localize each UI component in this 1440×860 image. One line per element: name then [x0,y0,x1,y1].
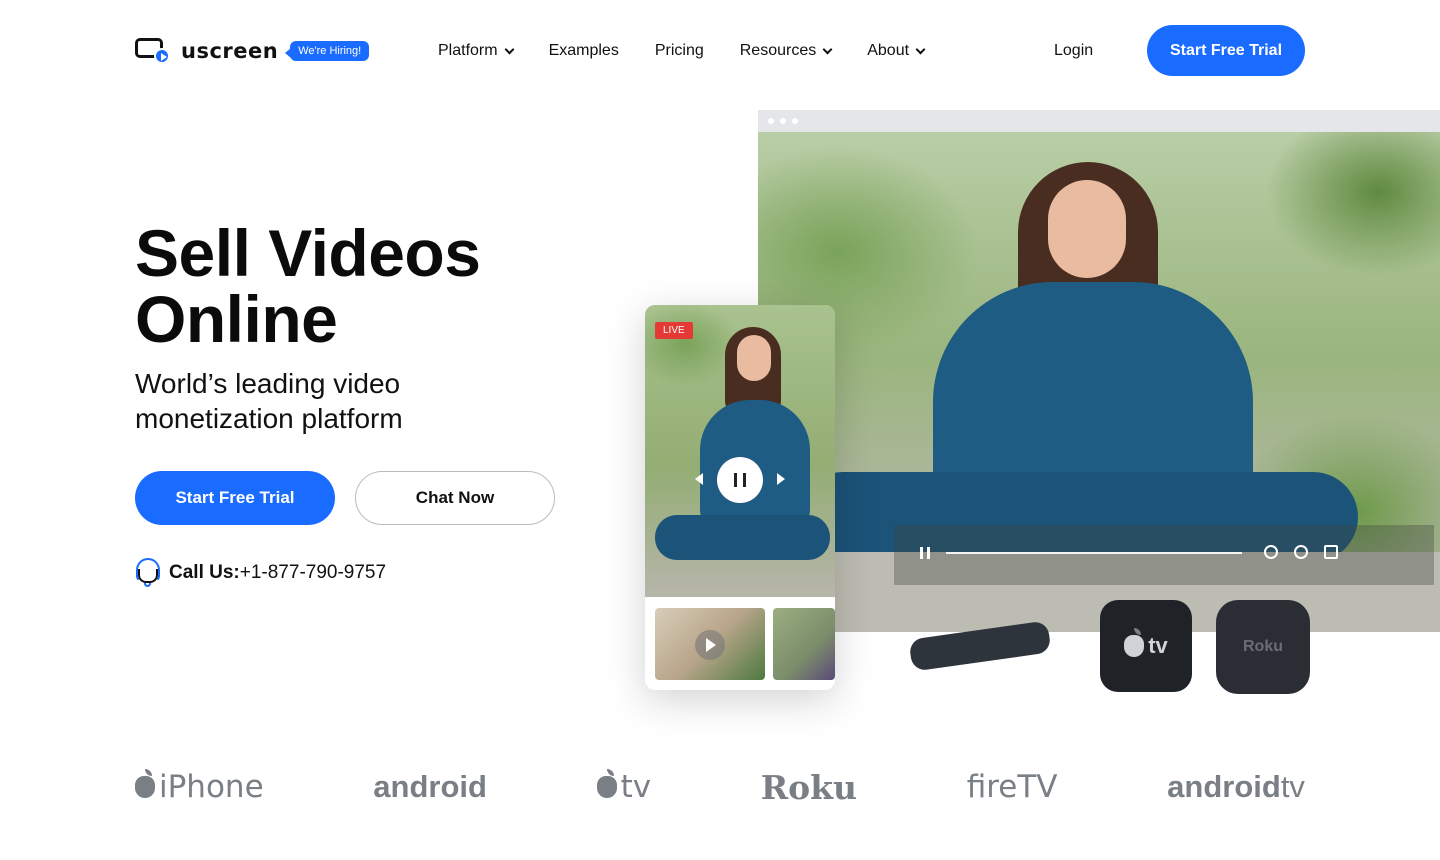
window-dot [768,118,774,124]
apple-tv-label: tv [1148,633,1168,658]
phone-video: LIVE [645,305,835,597]
android-tv-bold: android [1167,769,1281,804]
hero-title: Sell Videos Online [135,220,481,352]
iphone-logo: iPhone [135,769,264,805]
chevron-down-icon [915,44,926,54]
live-badge: LIVE [655,322,693,339]
browser-bar [758,110,1440,132]
video-scene [758,132,1440,632]
main-menu: Platform Examples Pricing Resources Abou… [438,42,960,60]
fire-tv-stick [908,620,1052,672]
hero-subtitle: World’s leading video monetization platf… [135,368,403,434]
call-label: Call Us: [169,562,240,583]
play-icon[interactable] [695,630,725,660]
chevron-down-icon [822,44,833,54]
nav-start-trial-button[interactable]: Start Free Trial [1147,25,1305,76]
call-number[interactable]: +1-877-790-9757 [240,562,386,584]
android-logo: android [373,769,487,804]
nav-item-platform[interactable]: Platform [438,42,515,60]
nav-item-label: Resources [739,42,817,59]
hiring-badge[interactable]: We're Hiring! [285,41,370,61]
start-free-trial-button[interactable]: Start Free Trial [135,471,335,525]
video-thumbnail[interactable] [773,608,835,680]
fire-tv-logo: fireTV [966,769,1058,805]
browser-mockup [758,110,1440,632]
roku-logo: Roku [760,767,858,807]
iphone-label: iPhone [159,769,264,805]
logo-text: uscreen [181,39,279,63]
pause-button[interactable] [717,457,763,503]
pause-icon[interactable] [920,547,930,559]
phone-mockup: LIVE [645,305,835,690]
platform-logos: iPhone android tv Roku fireTV android tv [135,765,1305,809]
hero-title-line2: Online [135,282,338,356]
apple-icon [596,769,617,798]
logo-icon [135,36,171,66]
fullscreen-icon[interactable] [1324,545,1338,559]
apple-icon [135,769,155,798]
settings-icon[interactable] [1264,545,1278,559]
chat-now-button[interactable]: Chat Now [355,471,555,525]
call-us[interactable]: Call Us: +1-877-790-9757 [135,557,386,589]
streaming-devices: tv Roku [900,600,1320,700]
chevron-down-icon [504,44,515,54]
android-tv-logo: android tv [1167,769,1305,805]
video-controls [894,525,1434,585]
top-nav: uscreen We're Hiring! Platform Examples … [0,0,1440,100]
nav-item-examples[interactable]: Examples [549,42,619,60]
skip-back-icon[interactable] [695,473,703,485]
person-legs [655,515,830,560]
login-link[interactable]: Login [1054,42,1093,60]
apple-tv-box: tv [1100,600,1192,692]
window-dot [792,118,798,124]
nav-item-about[interactable]: About [867,42,926,60]
video-thumbnail[interactable] [655,608,765,680]
uscreen-logo[interactable]: uscreen We're Hiring! [135,36,370,66]
person-face [1048,180,1126,278]
nav-item-label: Pricing [654,42,704,59]
window-dot [780,118,786,124]
skip-forward-icon[interactable] [777,473,785,485]
apple-icon [1124,628,1145,657]
nav-item-label: About [867,42,910,59]
apple-tv-label: tv [620,769,652,805]
volume-icon[interactable] [1294,545,1308,559]
headset-icon [135,557,161,589]
roku-box: Roku [1216,600,1310,694]
android-tv-light: tv [1280,769,1305,804]
nav-item-label: Platform [438,42,498,59]
nav-item-label: Examples [548,42,619,59]
hero-title-line1: Sell Videos [135,216,481,290]
progress-track[interactable] [946,552,1242,554]
nav-item-pricing[interactable]: Pricing [655,42,704,60]
apple-tv-logo: tv [596,769,652,805]
nav-item-resources[interactable]: Resources [739,42,833,60]
person-face [737,335,771,381]
